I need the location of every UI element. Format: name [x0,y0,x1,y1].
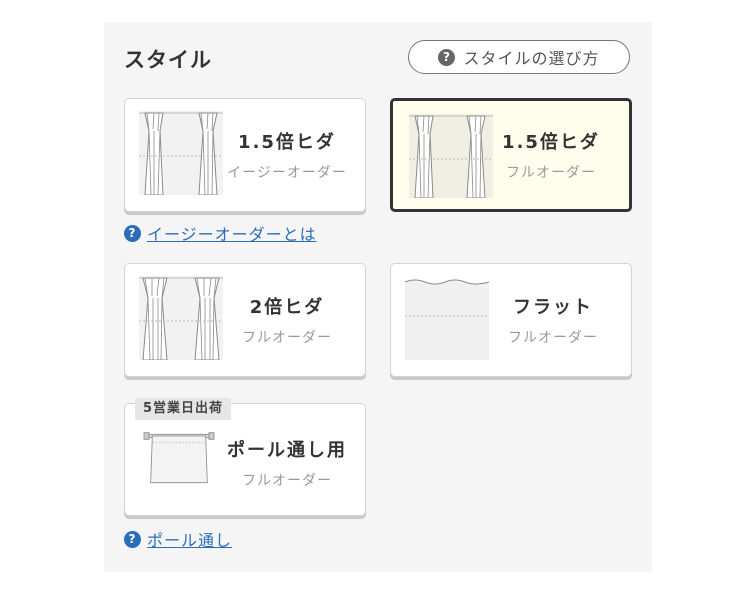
question-icon: ? [124,530,141,548]
flat-curtain-icon [405,279,489,360]
pole-help-link[interactable]: ? ポール通し [124,527,232,551]
question-icon: ? [438,48,456,66]
pleat-curtain-icon [409,114,493,198]
shipping-badge: 5営業日出荷 [135,398,232,420]
order-type: イージーオーダー [227,165,347,181]
easy-order-help-text: イージーオーダーとは [147,225,317,244]
section-title: スタイル [124,48,212,72]
style-option-2x-pleat[interactable]: 2倍ヒダ フルオーダー [124,263,366,377]
style-guide-button[interactable]: ? スタイルの選び方 [408,40,630,74]
style-option-flat[interactable]: フラット フルオーダー [390,263,632,377]
order-type: フルオーダー [508,330,598,346]
style-option-easy-1-5-pleat[interactable]: 1.5倍ヒダ イージーオーダー [124,98,366,212]
pleat-curtain-icon [139,111,223,195]
style-name: 2倍ヒダ [249,297,325,318]
question-icon: ? [124,224,141,242]
pole-help-text: ポール通し [147,531,233,550]
double-pleat-curtain-icon [139,276,223,360]
style-option-full-1-5-pleat[interactable]: 1.5倍ヒダ フルオーダー [390,98,632,212]
pole-pocket-curtain-icon [143,432,215,484]
easy-order-help-link[interactable]: ? イージーオーダーとは [124,221,317,245]
style-name: ポール通し用 [227,439,347,461]
order-type: フルオーダー [506,165,596,181]
order-type: フルオーダー [242,472,332,489]
style-name: 1.5倍ヒダ [238,132,336,153]
style-name: 1.5倍ヒダ [502,132,600,153]
style-name: フラット [513,297,593,318]
style-option-pole-pocket[interactable]: 5営業日出荷 ポール通し用 フルオーダー [124,398,366,516]
order-type: フルオーダー [242,330,332,346]
style-guide-label: スタイルの選び方 [463,49,600,68]
